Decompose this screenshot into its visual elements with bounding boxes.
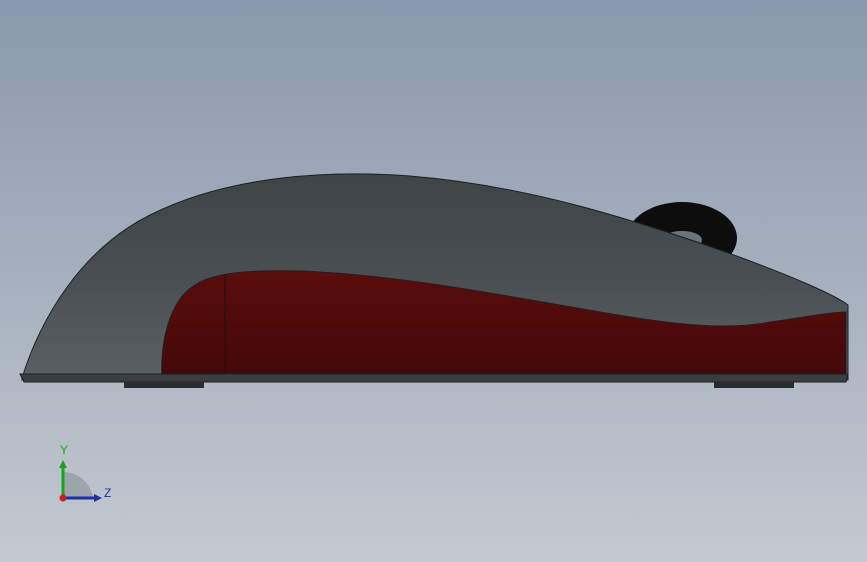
x-axis-dot <box>59 494 67 502</box>
z-axis-arrow <box>94 494 102 502</box>
triad-plane-shading <box>63 471 93 498</box>
mouse-foot-rear <box>714 382 794 388</box>
mouse-model-side-view[interactable] <box>0 0 867 562</box>
mouse-base <box>19 373 849 383</box>
y-axis-label: Y <box>60 443 68 457</box>
reference-triad: Y Z <box>59 443 111 502</box>
mouse-foot-front <box>124 382 204 388</box>
z-axis-label: Z <box>104 486 111 500</box>
graphics-viewport[interactable]: Y Z <box>0 0 867 562</box>
y-axis-arrow <box>59 460 67 468</box>
